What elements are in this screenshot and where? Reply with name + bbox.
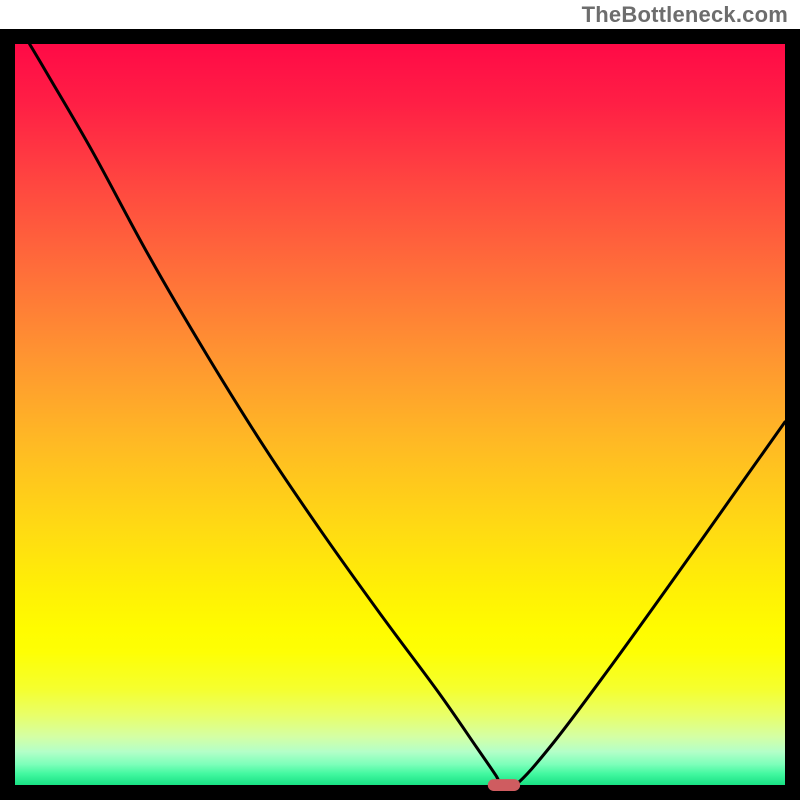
chart-background	[15, 44, 785, 785]
chart-stage: TheBottleneck.com	[0, 0, 800, 800]
bottleneck-chart	[0, 0, 800, 800]
optimal-marker	[488, 779, 520, 791]
